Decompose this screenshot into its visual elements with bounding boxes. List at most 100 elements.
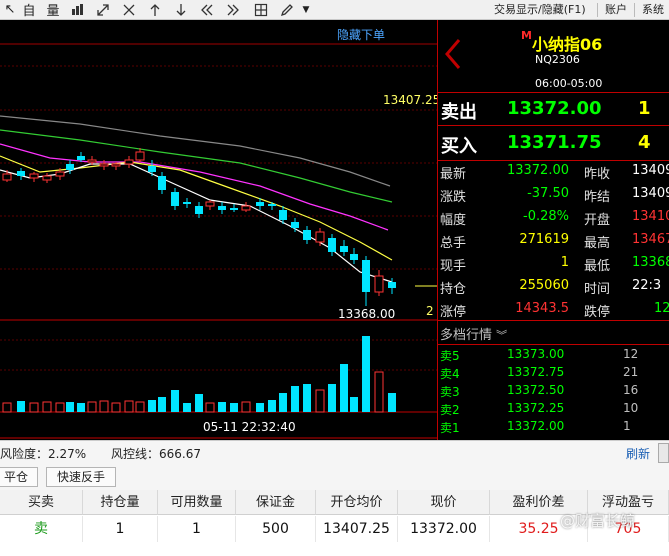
sell-price[interactable]: 13372.00: [507, 98, 602, 119]
column-header[interactable]: 买卖: [0, 490, 83, 515]
candle-body: [268, 204, 276, 206]
scrollbar[interactable]: [658, 443, 669, 463]
volume-icon[interactable]: 量: [44, 0, 62, 19]
volume-bar: [374, 371, 384, 413]
kline-chart[interactable]: 隐藏下单 13407.25 13368.00 2 05-11 22:32:40: [0, 20, 440, 440]
toolbar: ↖ 自 量 ▼ 交易显示/隐藏(F1) 账户 系统: [0, 0, 669, 20]
depth-qty: 12: [623, 347, 639, 361]
volume-bar: [315, 389, 325, 413]
divider: [438, 160, 669, 161]
shrink-icon[interactable]: [120, 0, 138, 19]
depth-row[interactable]: 卖4 13372.75 21: [438, 364, 669, 382]
instrument-code: NQ2306: [535, 53, 580, 66]
cell-open-avg: 13407.25: [316, 516, 398, 542]
stat-value-high: 13467: [632, 232, 669, 247]
volume-bar: [99, 400, 109, 413]
stat-label: 时间: [584, 282, 611, 297]
cell-direction: 卖: [0, 516, 83, 542]
candle-body: [279, 210, 287, 220]
self-select-icon[interactable]: 自: [20, 0, 38, 19]
stat-label: 涨跌: [440, 190, 467, 205]
volume-bar: [124, 400, 134, 413]
expand-icon[interactable]: [94, 0, 112, 19]
refresh-link[interactable]: 刷新: [626, 445, 650, 462]
trading-session: 06:00-05:00: [535, 77, 603, 90]
candle-body: [17, 171, 25, 176]
depth-qty: 10: [623, 401, 639, 415]
volume-bar: [279, 393, 287, 412]
menu-divider: [597, 3, 598, 17]
menu-system[interactable]: 系统: [642, 0, 664, 19]
stat-label: 昨收: [584, 167, 611, 182]
column-header[interactable]: 开仓均价: [316, 490, 398, 515]
menu-divider: [634, 3, 635, 17]
candle-body: [374, 275, 384, 293]
volume-bar: [291, 386, 299, 412]
stat-label: 跌停: [584, 305, 611, 320]
close-position-button[interactable]: 平仓: [0, 467, 38, 487]
column-header[interactable]: 保证金: [236, 490, 316, 515]
buy-price[interactable]: 13371.75: [507, 132, 602, 153]
candle-body: [350, 254, 358, 260]
arrow-up-icon[interactable]: [146, 0, 164, 19]
depth-title[interactable]: 多档行情 ︾: [440, 324, 507, 343]
candle-body: [195, 206, 203, 214]
depth-row[interactable]: 卖2 13372.25 10: [438, 400, 669, 418]
depth-row[interactable]: 卖1 13372.00 1: [438, 418, 669, 436]
volume-bar: [205, 402, 215, 413]
candle-body: [388, 282, 396, 288]
cursor-icon[interactable]: ↖: [2, 0, 18, 19]
price-low-label: 13368.00: [338, 307, 396, 321]
volume-bar: [195, 394, 203, 412]
risk-status-bar: 风险度：2.27% 风控线：666.67 刷新: [0, 440, 669, 464]
depth-title-label: 多档行情: [440, 328, 493, 343]
instrument-name: 小纳指06: [532, 35, 603, 54]
volume-bar: [87, 401, 97, 413]
stat-value-last: 13372.00: [506, 163, 569, 178]
candle-body: [42, 175, 52, 181]
menu-trade-toggle[interactable]: 交易显示/隐藏(F1): [494, 0, 586, 19]
depth-label: 卖4: [440, 367, 460, 381]
stat-label: 总手: [440, 236, 467, 251]
grid-icon[interactable]: [252, 0, 270, 19]
chart-type-icon[interactable]: [68, 0, 86, 19]
stat-value-prev-settle: 13409: [632, 186, 669, 201]
column-header[interactable]: 现价: [398, 490, 490, 515]
volume-bar: [303, 384, 311, 412]
candle-body: [124, 159, 134, 165]
hide-order-link[interactable]: 隐藏下单: [337, 26, 385, 43]
candle-body: [291, 222, 299, 228]
quick-reverse-button[interactable]: 快速反手: [46, 467, 116, 487]
column-header[interactable]: 持仓量: [83, 490, 158, 515]
pen-icon[interactable]: [278, 0, 296, 19]
dropdown-icon[interactable]: ▼: [300, 0, 312, 19]
candle-body: [158, 176, 166, 190]
column-header[interactable]: 可用数量: [158, 490, 236, 515]
fast-forward-icon[interactable]: [224, 0, 242, 19]
ma5-line: [0, 163, 393, 283]
candle-body: [183, 202, 191, 204]
volume-bar: [148, 400, 156, 412]
stat-value-limit-up: 14343.5: [515, 301, 569, 316]
volume-bar: [55, 402, 65, 413]
volume-bar: [17, 401, 25, 412]
depth-price: 13372.50: [507, 383, 565, 397]
volume-bar: [230, 403, 238, 412]
depth-row[interactable]: 卖3 13372.50 16: [438, 382, 669, 400]
depth-qty: 1: [623, 419, 631, 433]
menu-account[interactable]: 账户: [605, 0, 627, 19]
depth-row[interactable]: 卖5 13373.00 12: [438, 346, 669, 364]
volume-bar: [42, 401, 52, 413]
stat-value-low: 13368: [632, 255, 669, 270]
volume-bar: [340, 364, 348, 412]
fast-back-icon[interactable]: [198, 0, 216, 19]
arrow-down-icon[interactable]: [172, 0, 190, 19]
back-chevron-icon[interactable]: [444, 38, 462, 74]
depth-price: 13373.00: [507, 347, 565, 361]
stat-label: 持仓: [440, 282, 467, 297]
depth-label: 卖3: [440, 385, 460, 399]
candle-body: [77, 156, 85, 160]
candle-body: [315, 231, 325, 243]
stat-value-open: 13410: [632, 209, 669, 224]
volume-bar: [350, 397, 358, 412]
